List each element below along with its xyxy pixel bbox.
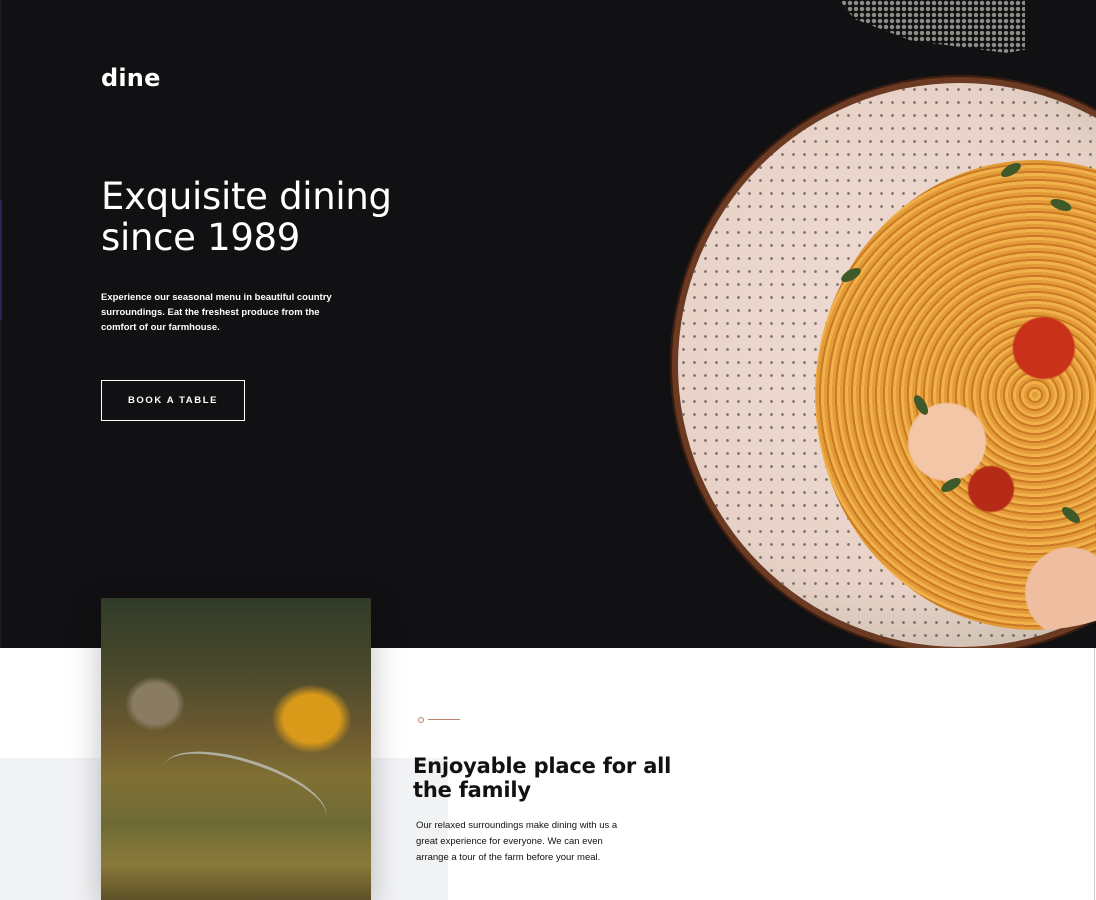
logo[interactable]: dine	[101, 64, 161, 92]
village-landscape-image	[101, 598, 371, 900]
page: dine Exquisite dining since 1989 Experie…	[0, 0, 1096, 900]
divider-line	[428, 719, 460, 720]
hero-title: Exquisite dining since 1989	[101, 175, 392, 259]
family-section-text: Our relaxed surroundings make dining wit…	[416, 820, 618, 863]
hero-dish-image	[660, 70, 1096, 648]
book-table-button[interactable]: BOOK A TABLE	[101, 380, 245, 421]
hero-edge-accent	[0, 200, 2, 320]
divider-dot	[418, 717, 424, 723]
dot-pattern-decoration	[835, 0, 1025, 53]
right-border	[1094, 648, 1095, 900]
hero-description: Experience our seasonal menu in beautifu…	[101, 292, 332, 333]
hero-edge	[0, 0, 2, 648]
pattern-divider	[418, 716, 460, 724]
hero-section: dine Exquisite dining since 1989 Experie…	[0, 0, 1096, 648]
family-section-title: Enjoyable place for all the family	[413, 754, 672, 802]
